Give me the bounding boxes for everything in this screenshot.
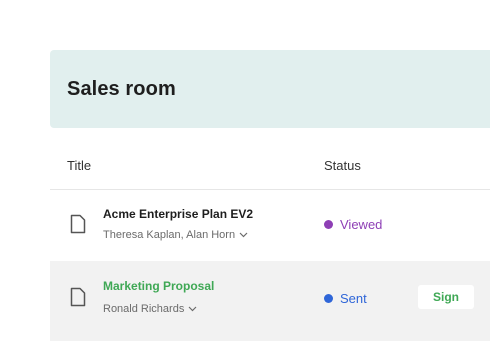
document-icon [70,287,86,307]
column-header-status: Status [324,158,361,173]
recipients-label: Theresa Kaplan, Alan Horn [103,229,236,241]
recipients-dropdown[interactable]: Theresa Kaplan, Alan Horn [103,229,248,241]
table-row[interactable]: Marketing Proposal Ronald Richards Sent … [50,261,490,341]
document-name[interactable]: Marketing Proposal [103,279,214,293]
column-header-title: Title [67,158,92,173]
sales-room-header: Sales room [50,50,490,128]
chevron-down-icon [239,232,248,238]
chevron-down-icon [188,306,197,312]
status-label: Viewed [340,217,383,232]
status-badge: Sent [324,291,367,306]
recipients-dropdown[interactable]: Ronald Richards [103,303,197,315]
status-badge: Viewed [324,217,382,232]
status-label: Sent [340,291,367,306]
document-name[interactable]: Acme Enterprise Plan EV2 [103,207,253,221]
recipients-label: Ronald Richards [103,303,185,315]
document-icon [70,214,86,234]
table-row[interactable]: Acme Enterprise Plan EV2 Theresa Kaplan,… [50,190,490,262]
sales-room-panel: Sales room Title Status Acme Enterprise … [50,50,490,350]
status-dot [324,220,333,229]
status-dot [324,294,333,303]
page-title: Sales room [67,78,176,100]
sign-button[interactable]: Sign [418,285,474,309]
